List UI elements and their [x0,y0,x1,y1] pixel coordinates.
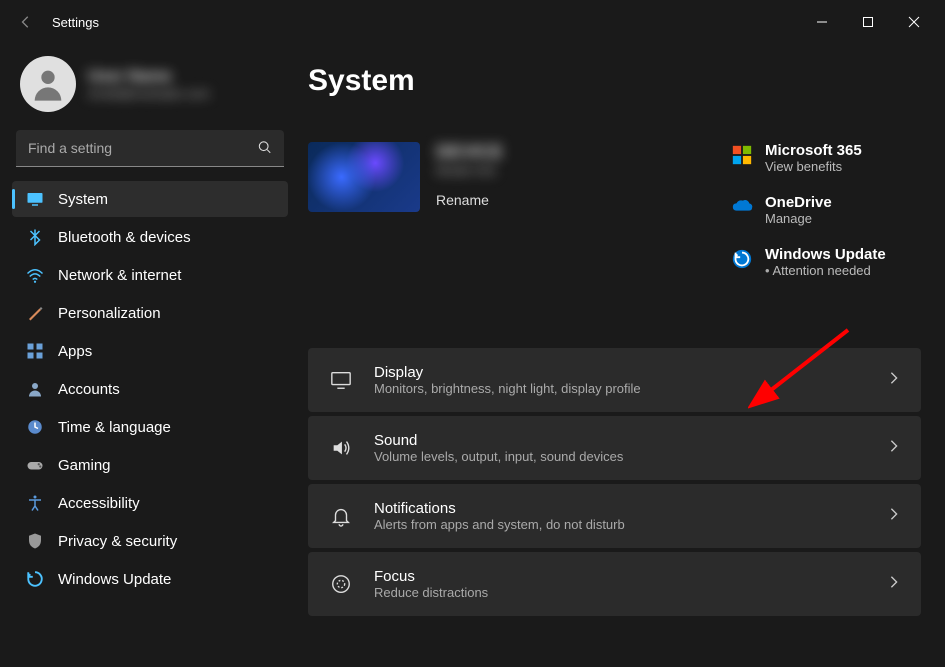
chevron-right-icon [887,371,901,390]
card-sub: Volume levels, output, input, sound devi… [374,449,867,464]
user-email: email@example.com [88,86,280,101]
update-icon [26,570,44,588]
card-sound[interactable]: SoundVolume levels, output, input, sound… [308,416,921,480]
sidebar-item-label: Bluetooth & devices [58,229,191,246]
sidebar-item-label: Gaming [58,457,111,474]
time-icon [26,418,44,436]
onedrive-icon [731,196,753,218]
accessibility-icon [26,494,44,512]
sidebar-item-label: Time & language [58,419,171,436]
sidebar-item-accounts[interactable]: Accounts [12,371,288,407]
user-profile[interactable]: User Name email@example.com [12,44,288,124]
promo-title: Microsoft 365 [765,142,862,159]
system-icon [26,190,44,208]
sidebar-item-gaming[interactable]: Gaming [12,447,288,483]
promo-m365[interactable]: Microsoft 365View benefits [731,142,921,174]
sidebar-item-privacy[interactable]: Privacy & security [12,523,288,559]
gaming-icon [26,456,44,474]
card-title: Focus [374,568,867,585]
device-model: Model info [436,163,503,178]
network-icon [26,266,44,284]
focus-icon [328,573,354,595]
avatar [20,56,76,112]
card-display[interactable]: DisplayMonitors, brightness, night light… [308,348,921,412]
winupdate-icon [731,248,753,270]
page-title: System [308,64,921,98]
promo-winupdate[interactable]: Windows UpdateAttention needed [731,246,921,278]
sidebar-item-network[interactable]: Network & internet [12,257,288,293]
sidebar-item-system[interactable]: System [12,181,288,217]
search-icon [258,140,272,157]
sidebar-item-personalization[interactable]: Personalization [12,295,288,331]
card-title: Display [374,364,867,381]
settings-cards: DisplayMonitors, brightness, night light… [308,348,921,616]
m365-icon [731,144,753,166]
sound-icon [328,437,354,459]
promo-sub: View benefits [765,159,862,174]
card-sub: Reduce distractions [374,585,867,600]
card-focus[interactable]: FocusReduce distractions [308,552,921,616]
card-title: Sound [374,432,867,449]
sidebar: User Name email@example.com System Blueto… [0,44,300,667]
sidebar-item-label: Accessibility [58,495,140,512]
user-name: User Name [88,68,280,86]
card-sub: Alerts from apps and system, do not dist… [374,517,867,532]
device-block: DEVICE Model info Rename [308,142,731,278]
sidebar-item-bluetooth[interactable]: Bluetooth & devices [12,219,288,255]
sidebar-item-label: Network & internet [58,267,181,284]
sidebar-item-update[interactable]: Windows Update [12,561,288,597]
apps-icon [26,342,44,360]
window-title: Settings [52,15,99,30]
search-box [16,130,284,167]
privacy-icon [26,532,44,550]
sidebar-item-label: System [58,191,108,208]
card-title: Notifications [374,500,867,517]
back-button[interactable] [8,4,44,40]
promo-list: Microsoft 365View benefits OneDriveManage… [731,142,921,278]
accounts-icon [26,380,44,398]
sidebar-item-label: Personalization [58,305,161,322]
personalization-icon [26,304,44,322]
chevron-right-icon [887,439,901,458]
sidebar-item-label: Privacy & security [58,533,177,550]
sidebar-item-accessibility[interactable]: Accessibility [12,485,288,521]
sidebar-item-time[interactable]: Time & language [12,409,288,445]
titlebar: Settings [0,0,945,44]
search-input[interactable] [16,130,284,167]
promo-sub: Manage [765,211,832,226]
card-notifications[interactable]: NotificationsAlerts from apps and system… [308,484,921,548]
main-panel: System DEVICE Model info Rename Microsof… [300,44,945,667]
card-sub: Monitors, brightness, night light, displ… [374,381,867,396]
sidebar-item-label: Accounts [58,381,120,398]
chevron-right-icon [887,507,901,526]
rename-link[interactable]: Rename [436,192,503,208]
promo-sub: Attention needed [765,263,886,278]
nav-list: System Bluetooth & devices Network & inter… [12,181,288,597]
promo-title: OneDrive [765,194,832,211]
bluetooth-icon [26,228,44,246]
maximize-button[interactable] [845,6,891,38]
close-button[interactable] [891,6,937,38]
sidebar-item-label: Apps [58,343,92,360]
sidebar-item-apps[interactable]: Apps [12,333,288,369]
sidebar-item-label: Windows Update [58,571,171,588]
device-name: DEVICE [436,142,503,163]
device-thumbnail [308,142,420,212]
notifications-icon [328,505,354,527]
display-icon [328,369,354,391]
promo-title: Windows Update [765,246,886,263]
minimize-button[interactable] [799,6,845,38]
chevron-right-icon [887,575,901,594]
promo-onedrive[interactable]: OneDriveManage [731,194,921,226]
